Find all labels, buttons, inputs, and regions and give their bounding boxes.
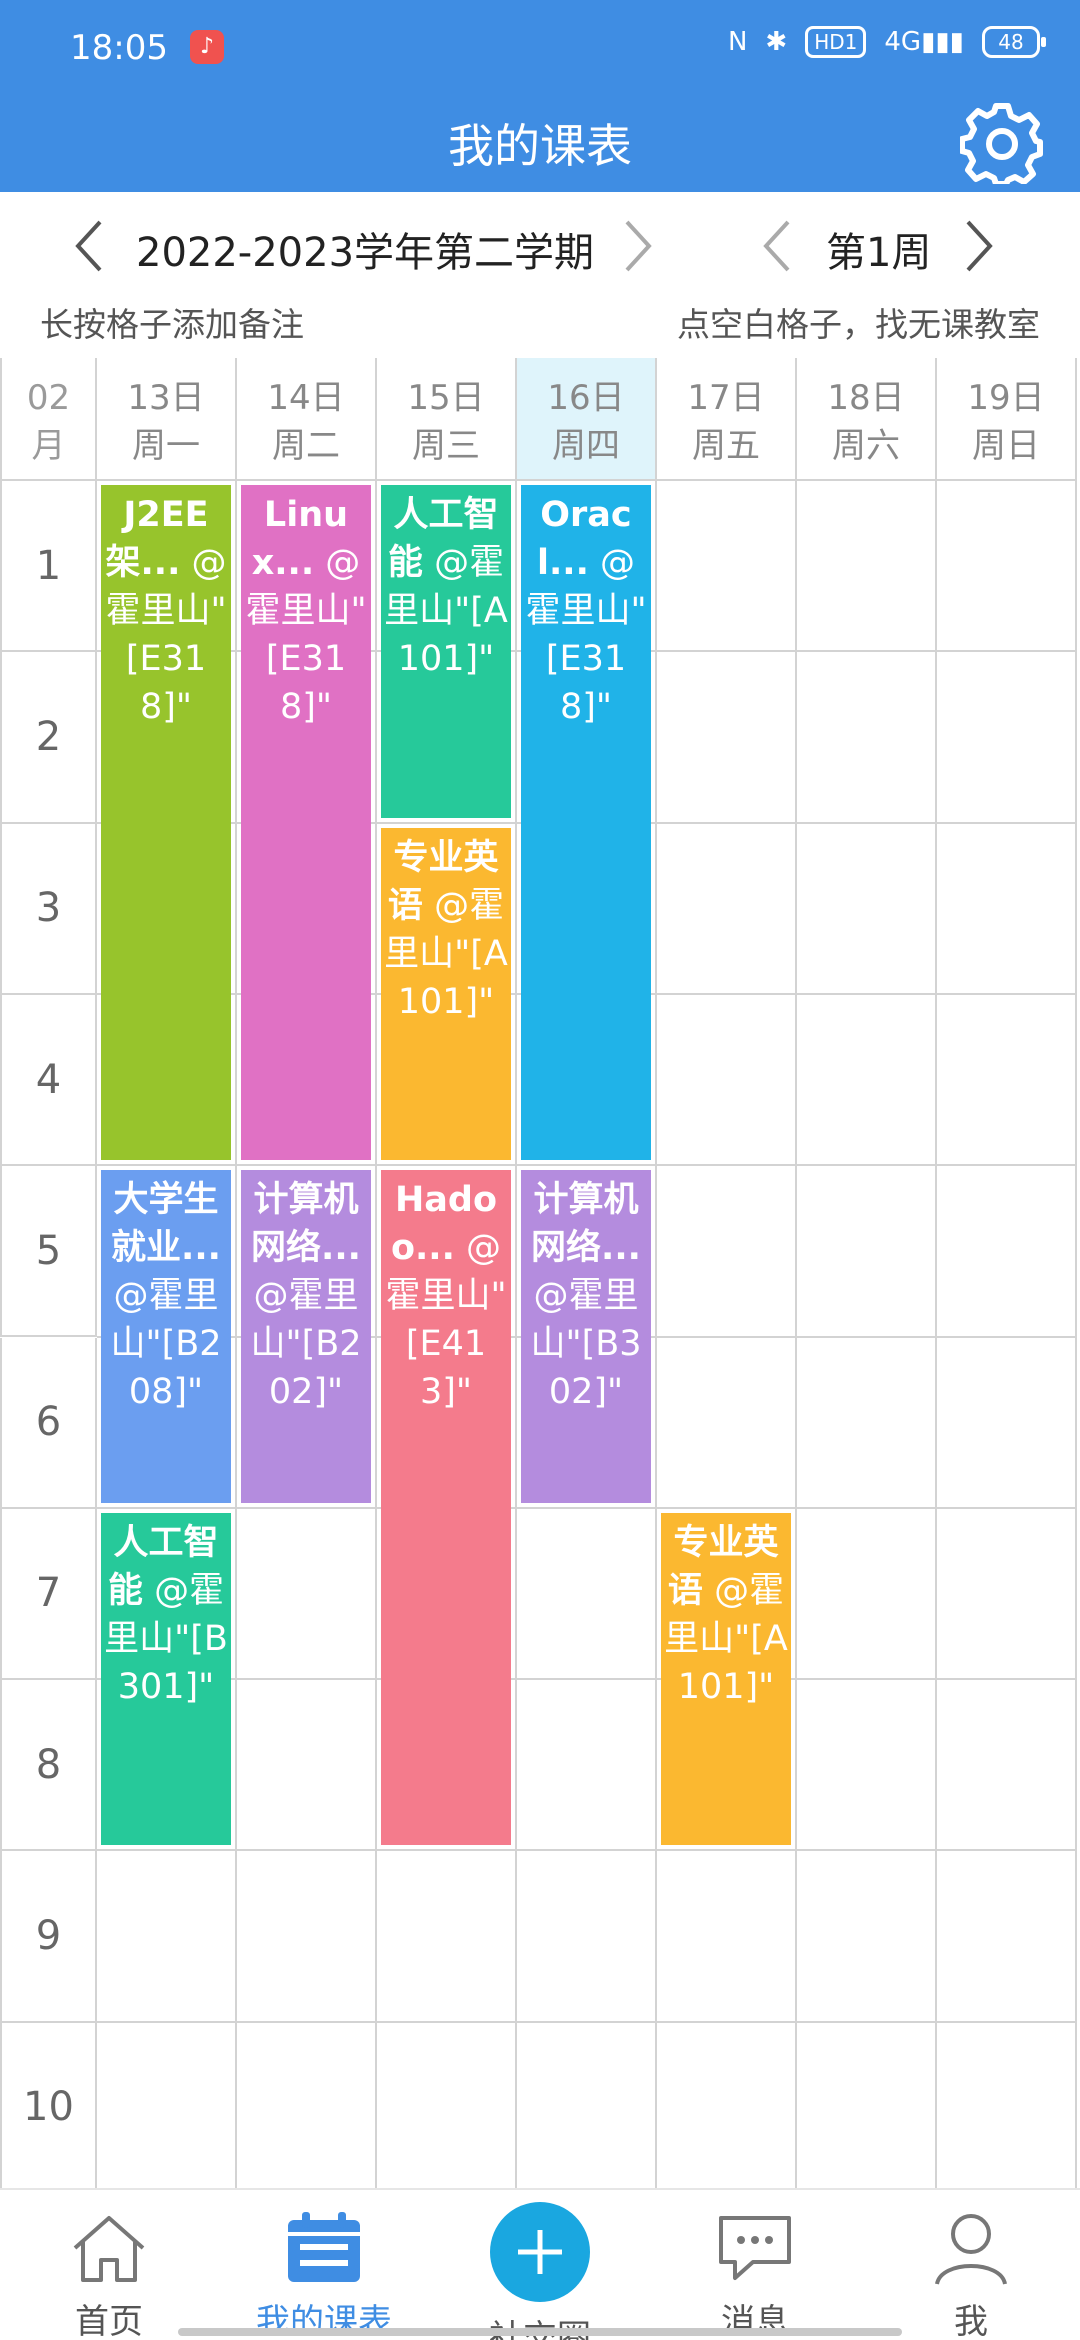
previous-week-chevron-icon[interactable] [758,218,798,274]
grid-column-line [935,481,937,2194]
day-header: 17日 周五 [657,358,797,481]
month-header: 02 月 [0,358,97,481]
empty-classroom-hint: 点空白格子，找无课教室 [677,305,1040,344]
week-label[interactable]: 第1周 [826,220,931,278]
day-header: 15日 周三 [377,358,517,481]
course-block[interactable]: 计算机网络... @霍里山"[B302]" [521,1170,651,1503]
grid-column-line [515,481,517,2194]
grid-row-line [97,1506,1077,1509]
day-header: 19日 周日 [937,358,1077,481]
add-button[interactable] [490,2202,590,2302]
course-block[interactable]: 人工智能 @霍里山"[A101]" [381,485,511,818]
grid-column-line [795,481,797,2194]
nav-home-label: 首页 [75,2302,143,2340]
grid-column-line [375,481,377,2194]
nav-home[interactable]: 首页 [34,2210,184,2340]
bluetooth-icon: ✱ [765,27,788,57]
day-header: 18日 周六 [797,358,937,481]
period-number: 7 [0,1508,97,1681]
home-indicator [178,2328,902,2336]
term-selector-row: 2022-2023学年第二学期 第1周 [0,192,1080,296]
timetable-grid[interactable]: 02 月 13日 周一 14日 周二 15日 周三 16日 周四 17日 周五 18日 周六 19日 周日… [0,358,1078,2194]
battery-icon: 48 [982,26,1046,58]
app-header: 18:05 ♪ N ✱ HD1 4G▮▮▮ 48 我的课表 [0,0,1080,192]
next-semester-chevron-icon[interactable] [617,218,657,274]
course-location: @霍里山"[B302]" [530,1276,642,1413]
course-block[interactable]: 计算机网络... @霍里山"[B202]" [241,1170,371,1503]
course-location: @霍里山"[B208]" [110,1276,222,1413]
course-block[interactable]: 专业英语 @霍里山"[A101]" [661,1512,791,1846]
course-block[interactable]: 人工智能 @霍里山"[B301]" [101,1512,231,1846]
bottom-nav: 首页 我的课表 社交圈 消息 我 [0,2188,1080,2340]
signal-icon: 4G▮▮▮ [884,27,964,57]
course-block[interactable]: 大学生就业... @霍里山"[B208]" [101,1170,231,1503]
grid-row-line [97,2020,1077,2023]
semester-label[interactable]: 2022-2023学年第二学期 [136,220,594,278]
grid-column-line [235,481,237,2194]
course-block[interactable]: 专业英语 @霍里山"[A101]" [381,827,511,1161]
period-number: 6 [0,1337,97,1509]
course-location: @霍里山"[B202]" [250,1276,362,1413]
grid-row-line [97,1678,1077,1681]
period-number: 10 [0,2022,97,2194]
long-press-hint: 长按格子添加备注 [40,305,304,344]
hd-badge: HD1 [805,26,867,58]
period-number: 1 [0,481,97,653]
settings-gear-icon[interactable] [960,100,1044,184]
period-number: 5 [0,1166,97,1338]
period-number: 3 [0,823,97,995]
course-name: 计算机网络... [531,1180,641,1269]
course-block[interactable]: Hadoo... @霍里山"[E413]" [381,1170,511,1846]
period-number: 8 [0,1680,97,1852]
grid-column-line [1075,481,1077,2194]
day-header: 13日 周一 [97,358,237,481]
course-name: 计算机网络... [251,1180,361,1269]
nav-my-timetable[interactable]: 我的课表 [249,2210,399,2340]
course-block[interactable]: Linux... @霍里山"[E318]" [241,485,371,1161]
period-number: 2 [0,652,97,824]
chat-icon [719,2216,791,2280]
day-header: 16日 周四 [517,358,657,481]
period-number: 9 [0,1851,97,2023]
grid-column-line [655,481,657,2194]
nav-messages[interactable]: 消息 [680,2210,830,2340]
grid-row-line [97,1164,1077,1167]
next-week-chevron-icon[interactable] [958,218,998,274]
calendar-icon [288,2212,360,2282]
nfc-icon: N [727,27,748,57]
add-icon [518,2230,562,2274]
nav-me[interactable]: 我 [896,2210,1046,2340]
grid-row-line [97,1849,1077,1852]
nav-me-label: 我 [954,2302,988,2340]
status-icons: N ✱ HD1 4G▮▮▮ 48 [727,26,1046,58]
status-time: 18:05 [70,28,168,68]
day-header: 14日 周二 [237,358,377,481]
previous-semester-chevron-icon[interactable] [70,218,110,274]
music-app-icon: ♪ [190,30,224,64]
course-block[interactable]: Oracl... @霍里山"[E318]" [521,485,651,1161]
page-title: 我的课表 [448,119,632,173]
course-name: 大学生就业... [111,1180,221,1269]
person-icon [935,2214,1007,2285]
course-block[interactable]: J2EE架... @霍里山"[E318]" [101,485,231,1161]
period-number: 4 [0,994,97,1167]
home-icon [73,2216,145,2282]
